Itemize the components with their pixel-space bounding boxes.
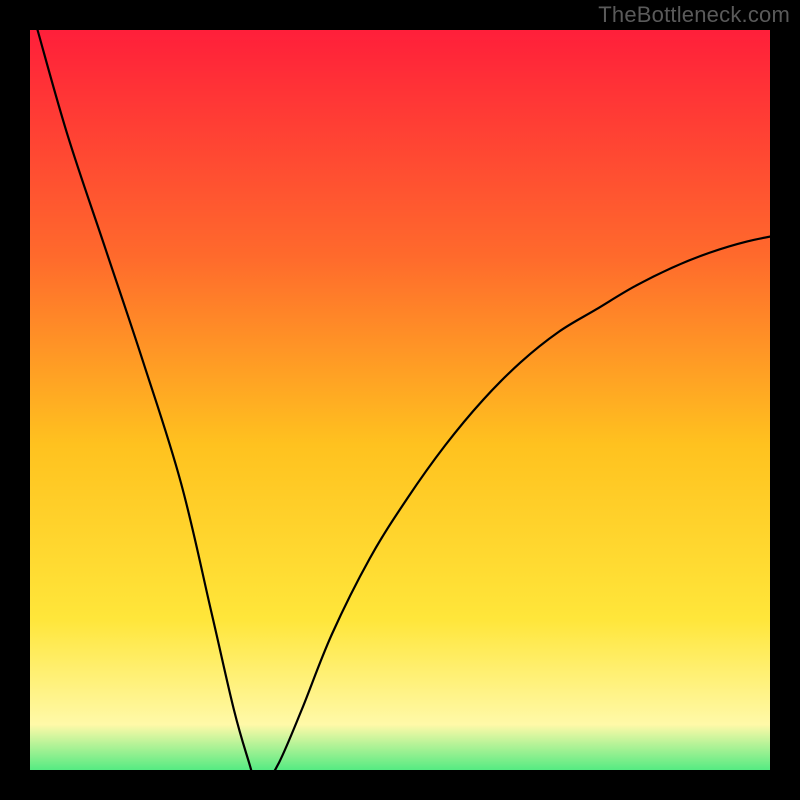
plot-background (30, 30, 785, 785)
watermark-text: TheBottleneck.com (598, 2, 790, 28)
bottleneck-chart (0, 0, 800, 800)
